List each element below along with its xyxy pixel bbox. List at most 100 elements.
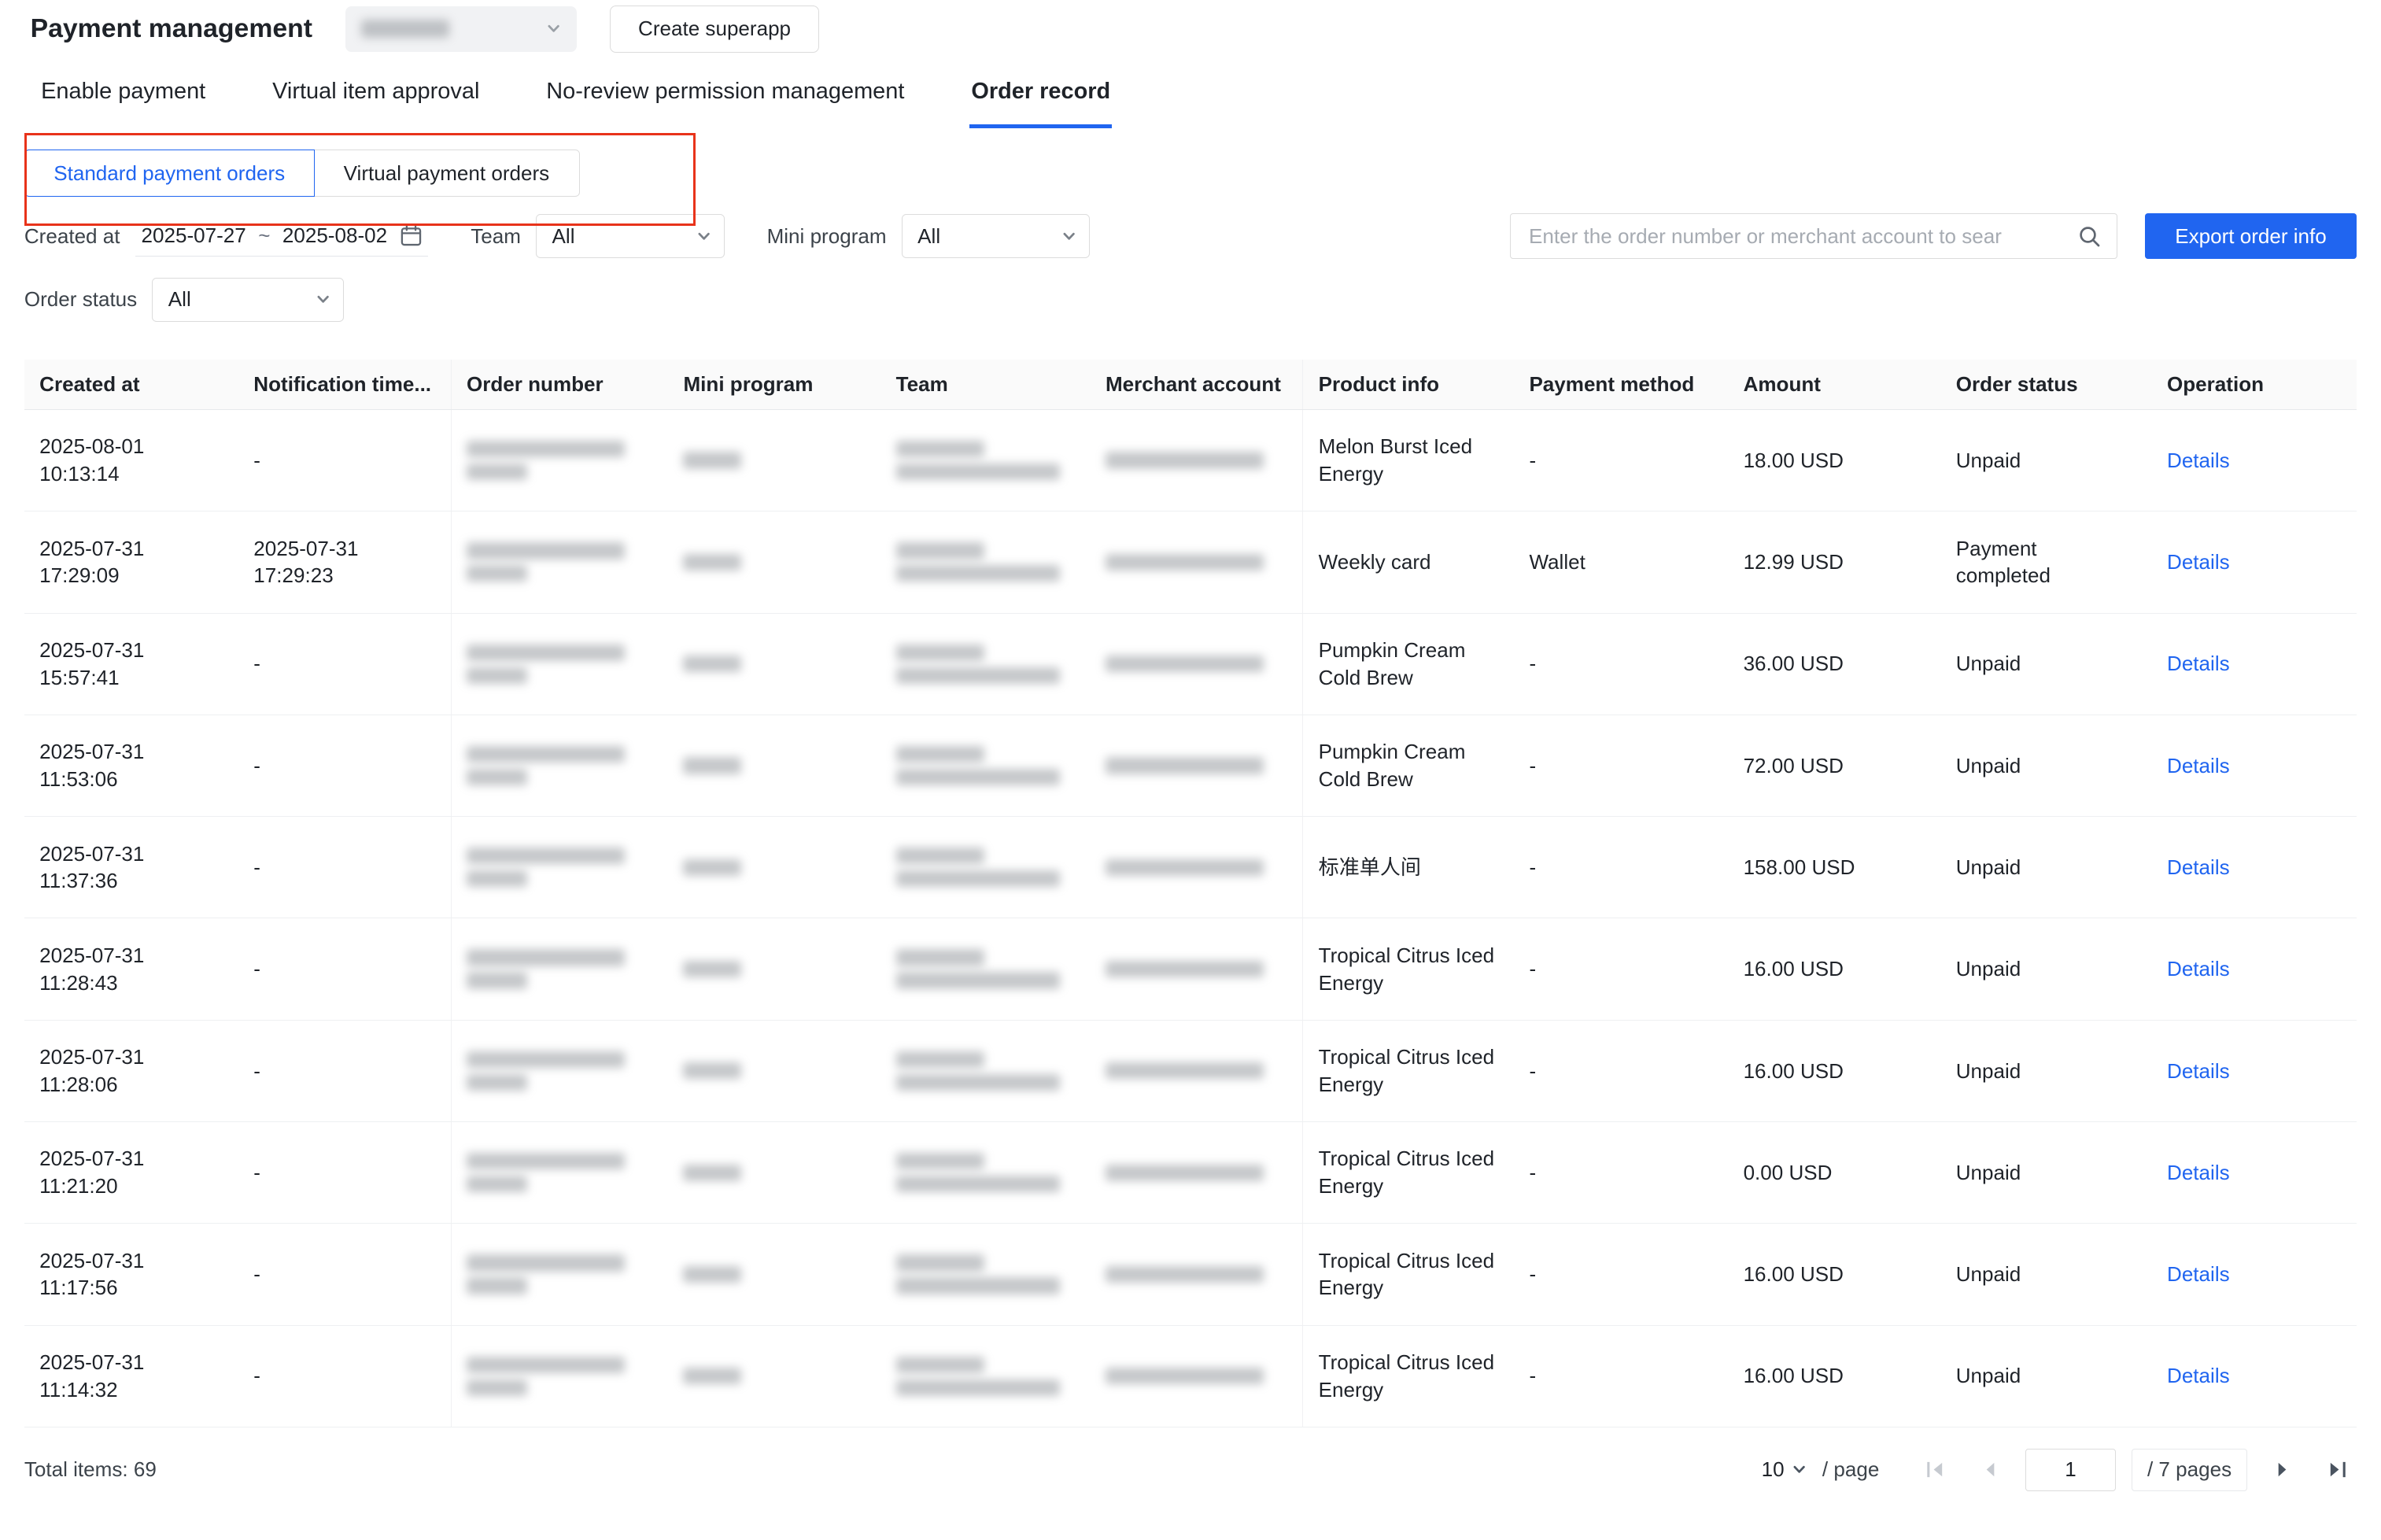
redacted-text bbox=[683, 1368, 740, 1384]
team-select-value: All bbox=[552, 224, 575, 249]
toggle-standard-payment-orders[interactable]: Standard payment orders bbox=[24, 150, 315, 197]
redacted-text bbox=[1106, 554, 1264, 571]
chevron-down-icon bbox=[546, 21, 561, 36]
redacted-text bbox=[896, 1153, 984, 1169]
redacted-text bbox=[467, 1051, 625, 1068]
cell-status: Unpaid bbox=[1940, 918, 2151, 1020]
redacted-text bbox=[467, 972, 527, 988]
details-link[interactable]: Details bbox=[2167, 1161, 2230, 1184]
redacted-text bbox=[467, 870, 527, 887]
cell-order-number bbox=[451, 1224, 668, 1325]
details-link[interactable]: Details bbox=[2167, 1364, 2230, 1387]
page-size-select[interactable]: 10 bbox=[1762, 1457, 1807, 1482]
first-page-icon bbox=[1925, 1459, 1946, 1480]
cell-operation: Details bbox=[2152, 409, 2357, 511]
app-select[interactable] bbox=[345, 6, 576, 52]
cell-created: 2025-07-3111:28:43 bbox=[24, 918, 238, 1020]
cell-team bbox=[880, 1122, 1090, 1224]
create-superapp-button[interactable]: Create superapp bbox=[610, 6, 819, 53]
redacted-text bbox=[683, 656, 740, 672]
cell-product: Pumpkin Cream Cold Brew bbox=[1303, 613, 1514, 715]
toggle-virtual-payment-orders[interactable]: Virtual payment orders bbox=[313, 150, 581, 197]
cell-notification: - bbox=[238, 613, 451, 715]
cell-order-number bbox=[451, 511, 668, 613]
current-page-input[interactable]: 1 bbox=[2025, 1449, 2117, 1491]
details-link[interactable]: Details bbox=[2167, 1262, 2230, 1286]
cell-product: Tropical Citrus Iced Energy bbox=[1303, 1020, 1514, 1121]
tab-virtual-item-approval[interactable]: Virtual item approval bbox=[271, 67, 481, 129]
redacted-text bbox=[467, 667, 527, 684]
redacted-text bbox=[683, 859, 740, 876]
table-footer: Total items: 69 10 / page 1 / 7 pages bbox=[24, 1449, 2357, 1491]
tab-no-review-permission[interactable]: No-review permission management bbox=[544, 67, 906, 129]
redacted-text bbox=[896, 1074, 1060, 1091]
column-header-amount: Amount bbox=[1728, 360, 1940, 410]
details-link[interactable]: Details bbox=[2167, 754, 2230, 777]
cell-team bbox=[880, 1325, 1090, 1427]
cell-team bbox=[880, 511, 1090, 613]
first-page-button[interactable] bbox=[1916, 1450, 1955, 1490]
cell-amount: 16.00 USD bbox=[1728, 1325, 1940, 1427]
redacted-text bbox=[467, 1153, 625, 1169]
date-from-value[interactable]: 2025-07-27 bbox=[142, 223, 246, 248]
chevron-down-icon bbox=[316, 292, 330, 307]
details-link[interactable]: Details bbox=[2167, 1059, 2230, 1083]
export-order-info-button[interactable]: Export order info bbox=[2145, 213, 2357, 259]
cell-mini-program bbox=[668, 613, 880, 715]
redacted-text bbox=[896, 1051, 984, 1068]
details-link[interactable]: Details bbox=[2167, 855, 2230, 879]
redacted-text bbox=[683, 1062, 740, 1079]
page-size-value: 10 bbox=[1762, 1457, 1785, 1482]
cell-product: Tropical Citrus Iced Energy bbox=[1303, 918, 1514, 1020]
cell-product: Melon Burst Iced Energy bbox=[1303, 409, 1514, 511]
details-link[interactable]: Details bbox=[2167, 550, 2230, 574]
mini-program-select[interactable]: All bbox=[902, 214, 1090, 258]
cell-status: Unpaid bbox=[1940, 1020, 2151, 1121]
search-input[interactable] bbox=[1526, 223, 2077, 250]
cell-created: 2025-07-3111:28:06 bbox=[24, 1020, 238, 1121]
details-link[interactable]: Details bbox=[2167, 652, 2230, 675]
redacted-text bbox=[896, 972, 1060, 988]
cell-status: Unpaid bbox=[1940, 1224, 2151, 1325]
order-status-select[interactable]: All bbox=[152, 278, 343, 322]
details-link[interactable]: Details bbox=[2167, 957, 2230, 981]
cell-operation: Details bbox=[2152, 511, 2357, 613]
redacted-text bbox=[467, 1379, 527, 1396]
cell-status: Unpaid bbox=[1940, 1325, 2151, 1427]
redacted-text bbox=[467, 1357, 625, 1373]
redacted-text bbox=[896, 644, 984, 661]
cell-product: Weekly card bbox=[1303, 511, 1514, 613]
table-header-row: Created atNotification time...Order numb… bbox=[24, 360, 2357, 410]
cell-amount: 18.00 USD bbox=[1728, 409, 1940, 511]
cell-team bbox=[880, 918, 1090, 1020]
cell-merchant bbox=[1091, 817, 1303, 918]
redacted-text bbox=[683, 1266, 740, 1283]
cell-product: Tropical Citrus Iced Energy bbox=[1303, 1224, 1514, 1325]
team-select[interactable]: All bbox=[536, 214, 724, 258]
cell-merchant bbox=[1091, 918, 1303, 1020]
calendar-icon[interactable] bbox=[400, 224, 423, 247]
tab-enable-payment[interactable]: Enable payment bbox=[39, 67, 207, 129]
cell-amount: 16.00 USD bbox=[1728, 1224, 1940, 1325]
cell-created: 2025-07-3111:14:32 bbox=[24, 1325, 238, 1427]
search-icon[interactable] bbox=[2077, 224, 2102, 249]
cell-amount: 0.00 USD bbox=[1728, 1122, 1940, 1224]
next-page-button[interactable] bbox=[2263, 1450, 2302, 1490]
column-header-notification: Notification time... bbox=[238, 360, 451, 410]
details-link[interactable]: Details bbox=[2167, 449, 2230, 472]
previous-page-button[interactable] bbox=[1970, 1450, 2010, 1490]
redacted-text bbox=[467, 565, 527, 582]
cell-mini-program bbox=[668, 1122, 880, 1224]
cell-order-number bbox=[451, 613, 668, 715]
cell-method: Wallet bbox=[1514, 511, 1728, 613]
cell-status: Unpaid bbox=[1940, 409, 2151, 511]
redacted-text bbox=[683, 961, 740, 977]
cell-notification: - bbox=[238, 1224, 451, 1325]
date-range-picker[interactable]: 2025-07-27 ~ 2025-08-02 bbox=[135, 216, 428, 257]
cell-order-number bbox=[451, 715, 668, 816]
date-to-value[interactable]: 2025-08-02 bbox=[282, 223, 387, 248]
last-page-icon bbox=[2327, 1459, 2348, 1480]
cell-method: - bbox=[1514, 613, 1728, 715]
last-page-button[interactable] bbox=[2317, 1450, 2357, 1490]
tab-order-record[interactable]: Order record bbox=[969, 67, 1112, 129]
